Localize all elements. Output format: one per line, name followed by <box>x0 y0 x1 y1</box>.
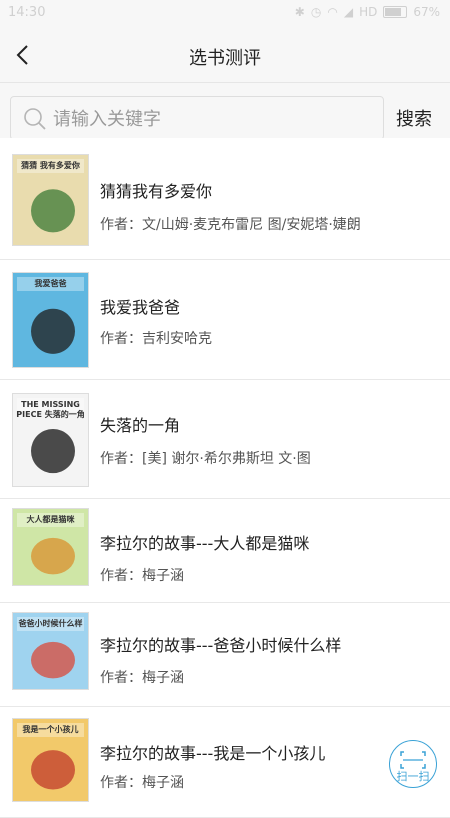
search-button[interactable]: 搜索 <box>396 105 432 131</box>
book-list-item[interactable]: 我爱爸爸我爱我爸爸作者：吉利安哈克 <box>0 260 450 380</box>
book-cover-image: 我是一个小孩儿 <box>12 718 89 802</box>
book-list-item[interactable]: 爸爸小时候什么样李拉尔的故事---爸爸小时候什么样 作者：梅子涵 <box>0 603 450 707</box>
book-author: 作者：梅子涵 <box>100 775 184 791</box>
book-list-item[interactable]: 我是一个小孩儿李拉尔的故事---我是一个小孩儿 作者：梅子涵 <box>0 707 450 818</box>
battery-level: 67% <box>413 5 440 19</box>
book-title: 失落的一角 <box>100 416 181 435</box>
book-cover-image: 大人都是猫咪 <box>12 508 89 586</box>
book-cover-image: 爸爸小时候什么样 <box>12 612 89 690</box>
wifi-icon: ◠ <box>327 5 338 19</box>
signal-icon: ◢ <box>343 5 354 19</box>
status-bar: 14:30 ✱ ◷ ◠ ◢ HD 67% <box>0 0 450 28</box>
book-cover-image: THE MISSING PIECE 失落的一角 <box>12 393 89 487</box>
book-cover-text: 爸爸小时候什么样 <box>18 619 83 628</box>
book-cover-text: 我是一个小孩儿 <box>22 725 79 734</box>
book-author: 作者：文/山姆·麦克布雷尼 图/安妮塔·婕朗 <box>100 217 361 233</box>
status-icons: ✱ ◷ ◠ ◢ HD 67% <box>295 5 440 19</box>
book-list-item[interactable]: 大人都是猫咪李拉尔的故事---大人都是猫咪 作者：梅子涵 <box>0 499 450 603</box>
search-box[interactable] <box>10 96 384 140</box>
book-cover-image: 我爱爸爸 <box>12 272 89 368</box>
book-cover-text: 猜猜 我有多爱你 <box>21 161 80 170</box>
book-list-item[interactable]: THE MISSING PIECE 失落的一角 失落的一角作者：[美] 谢尔·希尔… <box>0 380 450 499</box>
book-author: 作者：吉利安哈克 <box>100 331 212 347</box>
page-title: 选书测评 <box>189 48 261 69</box>
scan-button[interactable]: 扫一扫 <box>389 740 437 788</box>
book-title: 李拉尔的故事---爸爸小时候什么样 <box>100 636 342 655</box>
network-label: HD <box>359 5 378 19</box>
search-icon <box>24 108 46 130</box>
alarm-icon: ◷ <box>310 5 322 19</box>
book-cover-image: 猜猜 我有多爱你 <box>12 154 89 246</box>
book-cover-text: 大人都是猫咪 <box>26 515 75 524</box>
book-list-item[interactable]: 猜猜 我有多爱你猜猜我有多爱你作者：文/山姆·麦克布雷尼 图/安妮塔·婕朗 <box>0 138 450 260</box>
book-cover-text: THE MISSING PIECE 失落的一角 <box>16 400 85 419</box>
book-title: 猜猜我有多爱你 <box>100 182 213 201</box>
book-cover-text: 我爱爸爸 <box>34 279 67 288</box>
book-title: 我爱我爸爸 <box>100 298 181 317</box>
book-author: 作者：梅子涵 <box>100 670 184 686</box>
title-bar: 选书测评 <box>0 28 450 83</box>
book-title: 李拉尔的故事---大人都是猫咪 <box>100 534 310 553</box>
scan-label: 扫一扫 <box>396 770 430 783</box>
book-author: 作者：[美] 谢尔·希尔弗斯坦 文·图 <box>100 451 311 467</box>
battery-icon <box>383 6 408 18</box>
bluetooth-icon: ✱ <box>294 5 305 19</box>
book-list: 猜猜 我有多爱你猜猜我有多爱你作者：文/山姆·麦克布雷尼 图/安妮塔·婕朗我爱爸… <box>0 138 450 818</box>
book-title: 李拉尔的故事---我是一个小孩儿 <box>100 744 326 763</box>
status-time: 14:30 <box>8 5 46 20</box>
book-author: 作者：梅子涵 <box>100 568 184 584</box>
search-input[interactable] <box>51 103 375 135</box>
